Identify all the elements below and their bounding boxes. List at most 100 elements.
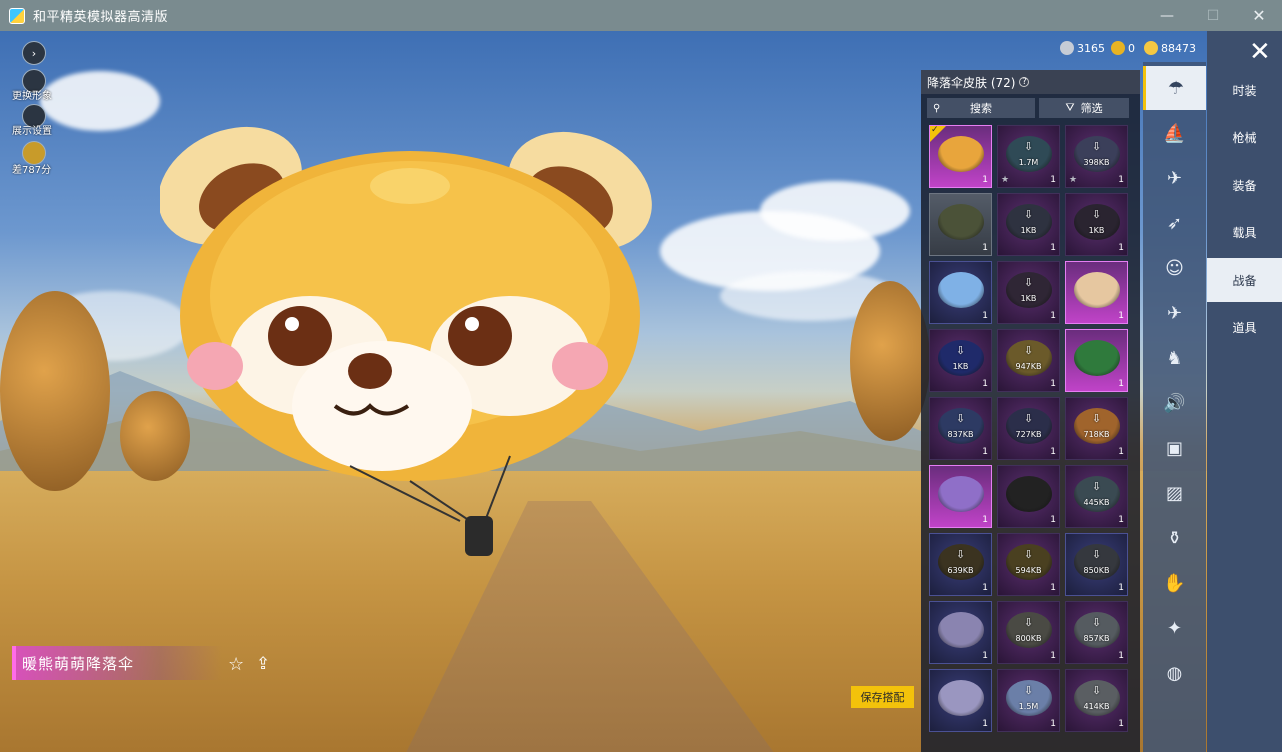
skin-tile[interactable]: ⇩ 718KB 1 [1065, 397, 1128, 460]
search-button[interactable]: ⚲ 搜索 [927, 98, 1035, 118]
card-icon[interactable]: ▣ [1143, 426, 1206, 470]
skin-tile[interactable]: 1 [1065, 261, 1128, 324]
jet-icon[interactable]: ✈ [1143, 291, 1206, 335]
glider-icon[interactable]: ➶ [1143, 201, 1206, 245]
skin-tile[interactable]: ⇩ 947KB 1 [997, 329, 1060, 392]
parachute-thumbnail [938, 612, 984, 648]
parachute-thumbnail [938, 680, 984, 716]
close-window-button[interactable]: ✕ [1236, 0, 1282, 31]
search-icon: ⚲ [933, 102, 941, 114]
favorite-star-icon[interactable]: ☆ [228, 654, 244, 675]
expand-menu-button[interactable]: › [22, 41, 46, 65]
filter-button[interactable]: ⛛ 筛选 [1039, 98, 1129, 118]
skin-tile[interactable]: ⇩ 445KB 1 [1065, 465, 1128, 528]
minimize-button[interactable]: — [1144, 0, 1190, 31]
download-size: 857KB [1083, 634, 1110, 643]
currency-token: 0 [1111, 41, 1135, 55]
parachute-thumbnail [1074, 340, 1120, 376]
parachute-thumbnail [1074, 272, 1120, 308]
picture-icon[interactable]: ▨ [1143, 471, 1206, 515]
skin-tile[interactable]: 1 [929, 193, 992, 256]
skin-tile[interactable]: ⇩ 594KB 1 [997, 533, 1060, 596]
skin-tile[interactable]: ⇩ 1.7M ★ 1 [997, 125, 1060, 188]
skin-tile[interactable]: ⇩ 1KB 1 [997, 193, 1060, 256]
skin-tile[interactable]: ⇩ 414KB 1 [1065, 669, 1128, 732]
skin-tile[interactable]: ⇩ 850KB 1 [1065, 533, 1128, 596]
skin-tile[interactable]: 1 [1065, 329, 1128, 392]
skin-tile[interactable]: ⇩ 398KB ★ 1 [1065, 125, 1128, 188]
plane-icon[interactable]: ✈ [1143, 156, 1206, 200]
item-count: 1 [1118, 175, 1124, 185]
download-icon: ⇩ [1091, 208, 1102, 221]
pet-icon[interactable]: ♞ [1143, 336, 1206, 380]
save-outfit-button[interactable]: 保存搭配 [851, 686, 914, 708]
skin-tile[interactable]: ⇩ 800KB 1 [997, 601, 1060, 664]
skin-tile[interactable]: ⇩ 1KB 1 [929, 329, 992, 392]
item-count: 1 [1050, 651, 1056, 661]
maximize-button[interactable]: ☐ [1190, 0, 1236, 31]
skin-tile[interactable]: ⇩ 837KB 1 [929, 397, 992, 460]
tree [0, 291, 110, 491]
tab-5[interactable]: 道具 [1207, 306, 1282, 350]
tab-4[interactable]: 战备 [1207, 258, 1282, 302]
download-size: 1KB [952, 362, 969, 371]
download-icon: ⇩ [1091, 684, 1102, 697]
chevron-right-icon: › [31, 46, 37, 60]
skin-tile[interactable]: 1 [997, 465, 1060, 528]
tab-2[interactable]: 装备 [1207, 163, 1282, 207]
category-icon-column: ☂ ⛵ ✈ ➶ ☺ ✈ ♞ 🔊 ▣ ▨ ⚱ ✋ ✦ ◍ [1143, 62, 1206, 752]
change-avatar-label[interactable]: 更换形象 [12, 87, 52, 102]
download-size: 727KB [1015, 430, 1042, 439]
skin-tile[interactable]: ✓ 1 [929, 125, 992, 188]
gold-token-icon [1111, 41, 1125, 55]
download-icon: ⇩ [1023, 208, 1034, 221]
emote-face-icon[interactable]: ☺ [1143, 246, 1206, 290]
ufo-icon[interactable]: ◍ [1143, 651, 1206, 695]
wand-icon[interactable]: ✦ [1143, 606, 1206, 650]
item-count: 1 [1118, 651, 1124, 661]
item-count: 1 [982, 379, 988, 389]
star-icon: ★ [1001, 175, 1010, 185]
download-icon: ⇩ [1091, 548, 1102, 561]
item-count: 1 [1118, 243, 1124, 253]
speaker-icon[interactable]: 🔊 [1143, 381, 1206, 425]
item-count: 1 [1118, 379, 1124, 389]
skin-tile[interactable]: 1 [929, 601, 992, 664]
skin-tile[interactable]: ⇩ 1.5M 1 [997, 669, 1060, 732]
skin-tile[interactable]: ⇩ 727KB 1 [997, 397, 1060, 460]
cloud [40, 71, 160, 131]
hand-icon[interactable]: ✋ [1143, 561, 1206, 605]
skin-grid: ✓ 1 ⇩ 1.7M ★ 1 ⇩ 398KB ★ 1 1 ⇩ 1KB 1 ⇩ 1KB 1 1 ⇩ 1KB 1 1 ⇩ 1KB 1… [929, 125, 1128, 732]
item-count: 1 [982, 447, 988, 457]
item-count: 1 [1050, 515, 1056, 525]
item-count: 1 [1118, 583, 1124, 593]
boat-icon[interactable]: ⛵ [1143, 111, 1206, 155]
panel-title: 降落伞皮肤 (72) [927, 75, 1016, 90]
tab-0[interactable]: 时装 [1207, 68, 1282, 112]
tab-3[interactable]: 载具 [1207, 211, 1282, 255]
share-icon[interactable]: ⇪ [256, 654, 270, 674]
parachute-icon[interactable]: ☂ [1143, 66, 1206, 110]
skin-tile[interactable]: 1 [929, 669, 992, 732]
item-count: 1 [1118, 447, 1124, 457]
skin-tile[interactable]: ⇩ 1KB 1 [997, 261, 1060, 324]
download-icon: ⇩ [955, 548, 966, 561]
skin-tile[interactable]: ⇩ 639KB 1 [929, 533, 992, 596]
download-icon: ⇩ [955, 344, 966, 357]
display-settings-label[interactable]: 展示设置 [12, 122, 52, 137]
skin-tile[interactable]: ⇩ 857KB 1 [1065, 601, 1128, 664]
filter-label: 筛选 [1080, 102, 1103, 115]
parachute-thumbnail [938, 204, 984, 240]
skin-tile[interactable]: ⇩ 1KB 1 [1065, 193, 1128, 256]
close-icon[interactable]: ✕ [1249, 39, 1271, 65]
skin-panel: 降落伞皮肤 (72) ? ⚲ 搜索 ⛛ 筛选 ✓ 1 ⇩ 1.7M ★ 1 ⇩ 398KB ★ 1… [921, 70, 1140, 752]
item-name-banner: 暖熊萌萌降落伞 [12, 646, 222, 680]
download-icon: ⇩ [1023, 344, 1034, 357]
item-count: 1 [1050, 311, 1056, 321]
currency-silver: 3165 [1060, 41, 1105, 55]
skin-tile[interactable]: 1 [929, 261, 992, 324]
help-icon[interactable]: ? [1019, 77, 1030, 87]
extinguisher-icon[interactable]: ⚱ [1143, 516, 1206, 560]
skin-tile[interactable]: 1 [929, 465, 992, 528]
tab-1[interactable]: 枪械 [1207, 116, 1282, 160]
